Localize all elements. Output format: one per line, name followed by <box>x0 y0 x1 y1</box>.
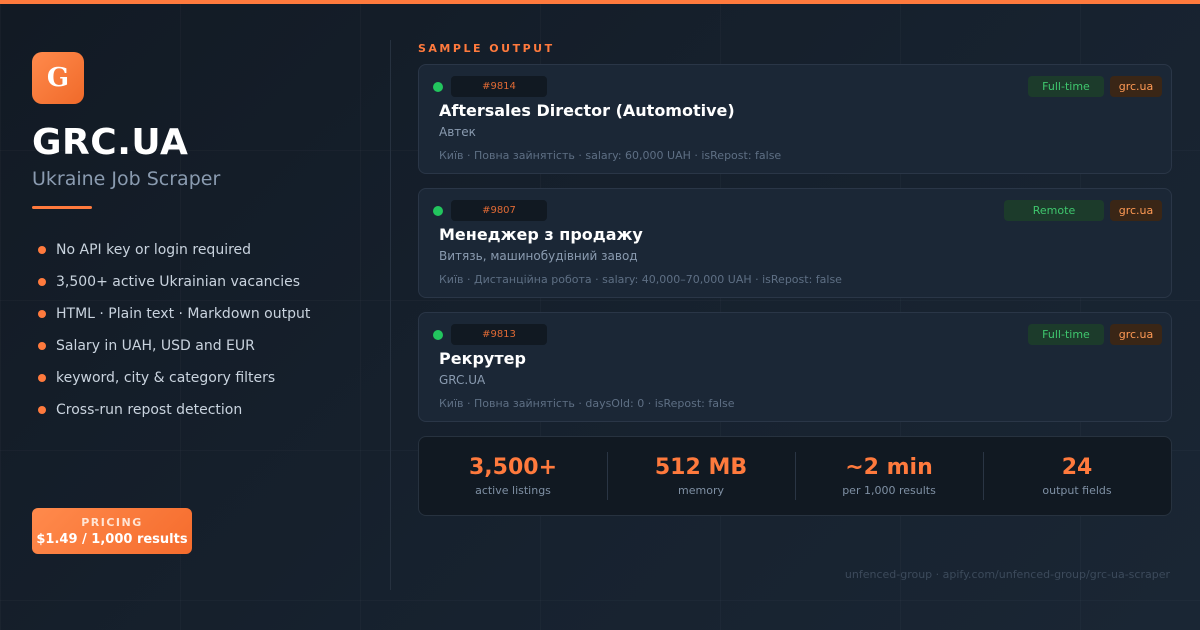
job-type-tag: Remote <box>1004 200 1104 221</box>
job-title: Рекрутер <box>439 349 526 368</box>
job-meta: Київ · Повна зайнятість · salary: 60,000… <box>439 149 782 162</box>
job-type-tag: Full-time <box>1028 76 1104 97</box>
stat-memory: 512 MB memory <box>607 452 795 500</box>
stat-value: 24 <box>1061 455 1093 480</box>
bullet-dot-icon <box>38 278 46 286</box>
job-id-badge: #9807 <box>451 200 547 221</box>
bullet-dot-icon <box>38 246 46 254</box>
status-dot-icon <box>433 330 443 340</box>
source-tag: grc.ua <box>1110 324 1162 345</box>
job-card: #9814 Full-time grc.ua Aftersales Direct… <box>418 64 1172 174</box>
top-accent-bar <box>0 0 1200 4</box>
column-divider <box>390 40 391 590</box>
feature-text: 3,500+ active Ukrainian vacancies <box>56 274 301 290</box>
bullet-dot-icon <box>38 374 46 382</box>
feature-item: Cross-run repost detection <box>38 394 310 426</box>
brand-title: GRC.UA <box>32 122 189 163</box>
page: G GRC.UA Ukraine Job Scraper No API key … <box>0 0 1200 630</box>
job-type-tag: Full-time <box>1028 324 1104 345</box>
stat-label: memory <box>678 484 724 497</box>
source-tag: grc.ua <box>1110 200 1162 221</box>
job-card: #9807 Remote grc.ua Менеджер з продажу В… <box>418 188 1172 298</box>
stat-fields: 24 output fields <box>983 452 1171 500</box>
status-dot-icon <box>433 82 443 92</box>
job-company: GRC.UA <box>439 373 486 387</box>
job-title: Aftersales Director (Automotive) <box>439 101 735 120</box>
feature-item: HTML · Plain text · Markdown output <box>38 298 310 330</box>
stat-label: per 1,000 results <box>842 484 936 497</box>
bullet-dot-icon <box>38 342 46 350</box>
job-meta: Київ · Повна зайнятість · daysOld: 0 · i… <box>439 397 735 410</box>
feature-text: No API key or login required <box>56 242 252 258</box>
stat-runtime: ~2 min per 1,000 results <box>795 452 983 500</box>
job-card: #9813 Full-time grc.ua Рекрутер GRC.UA К… <box>418 312 1172 422</box>
stat-label: active listings <box>475 484 551 497</box>
job-company: Автек <box>439 125 476 139</box>
feature-item: Salary in UAH, USD and EUR <box>38 330 310 362</box>
job-meta: Київ · Дистанційна робота · salary: 40,0… <box>439 273 842 286</box>
job-company: Витязь, машинобудівний завод <box>439 249 638 263</box>
sample-output-label: SAMPLE OUTPUT <box>418 42 555 55</box>
job-id-badge: #9813 <box>451 324 547 345</box>
stats-panel: 3,500+ active listings 512 MB memory ~2 … <box>418 436 1172 516</box>
accent-divider <box>32 206 92 209</box>
logo-letter: G <box>46 63 70 93</box>
feature-item: 3,500+ active Ukrainian vacancies <box>38 266 310 298</box>
brand-logo: G <box>32 52 84 104</box>
job-title: Менеджер з продажу <box>439 225 643 244</box>
stat-label: output fields <box>1042 484 1112 497</box>
bullet-dot-icon <box>38 406 46 414</box>
bullet-dot-icon <box>38 310 46 318</box>
pricing-label: PRICING <box>81 515 143 529</box>
brand-subtitle: Ukraine Job Scraper <box>32 168 221 190</box>
status-dot-icon <box>433 206 443 216</box>
pricing-badge: PRICING $1.49 / 1,000 results <box>32 508 192 554</box>
stat-value: 3,500+ <box>468 455 558 480</box>
source-tag: grc.ua <box>1110 76 1162 97</box>
feature-text: Salary in UAH, USD and EUR <box>56 338 255 354</box>
footer-link[interactable]: unfenced-group · apify.com/unfenced-grou… <box>845 568 1170 581</box>
pricing-value: $1.49 / 1,000 results <box>36 531 188 547</box>
feature-text: Cross-run repost detection <box>56 402 243 418</box>
feature-text: HTML · Plain text · Markdown output <box>56 306 311 322</box>
feature-text: keyword, city & category filters <box>56 370 276 386</box>
stat-listings: 3,500+ active listings <box>419 452 607 500</box>
feature-item: No API key or login required <box>38 234 310 266</box>
stat-value: ~2 min <box>845 455 933 480</box>
job-id-badge: #9814 <box>451 76 547 97</box>
feature-item: keyword, city & category filters <box>38 362 310 394</box>
feature-list: No API key or login required 3,500+ acti… <box>38 234 310 426</box>
stat-value: 512 MB <box>654 455 748 480</box>
